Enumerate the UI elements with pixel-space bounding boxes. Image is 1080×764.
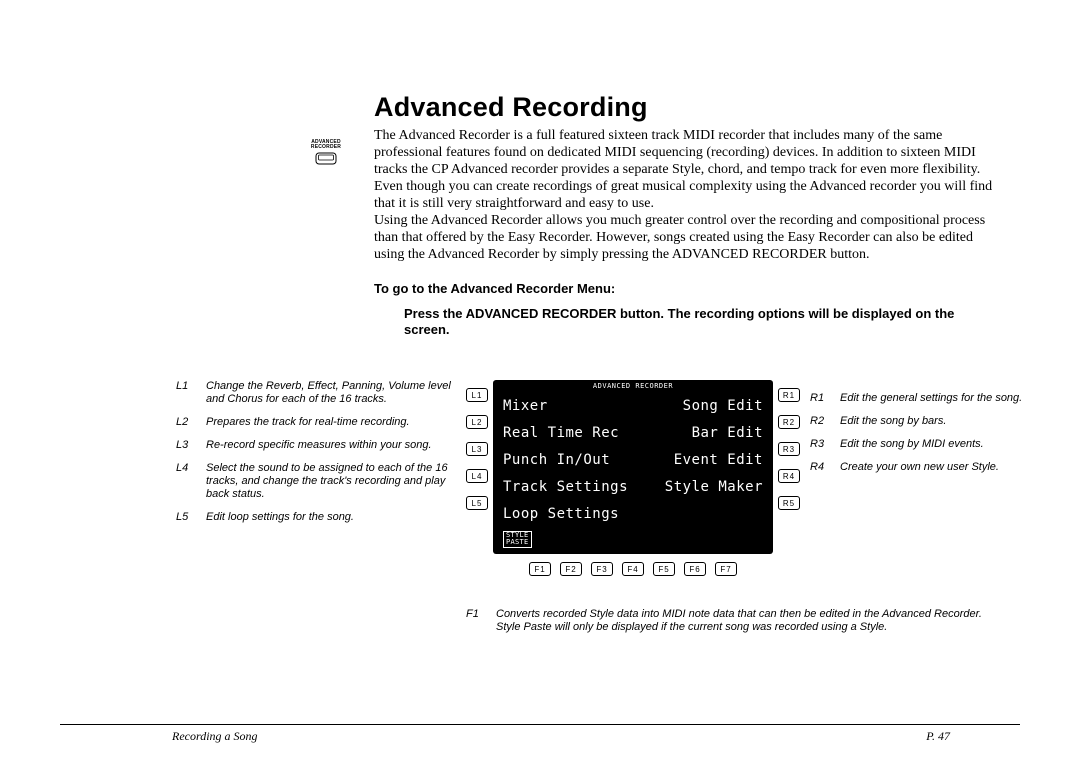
page-title: Advanced Recording [374,92,1020,123]
button-R3[interactable]: R3 [778,442,800,456]
desc-F1: F1 Converts recorded Style data into MID… [466,608,996,634]
desc-R2: R2Edit the song by bars. [810,415,1060,428]
lcd-row-2: Real Time RecBar Edit [503,419,763,446]
instruction: Press the ADVANCED RECORDER button. The … [404,306,994,338]
right-descriptions: R1Edit the general settings for the song… [810,392,1060,484]
button-L4[interactable]: L4 [466,469,488,483]
advanced-recorder-button-icon: ADVANCED RECORDER [306,140,346,165]
intro-text: The Advanced Recorder is a full featured… [374,127,994,263]
page-footer: Recording a Song P. 47 [60,724,1020,744]
button-R2[interactable]: R2 [778,415,800,429]
desc-L2: L2Prepares the track for real-time recor… [176,416,451,429]
footer-right: P. 47 [926,729,950,744]
icon-label: RECORDER [306,145,346,150]
button-R5[interactable]: R5 [778,496,800,510]
button-F5[interactable]: F5 [653,562,675,576]
desc-R1: R1Edit the general settings for the song… [810,392,1060,405]
button-L5[interactable]: L5 [466,496,488,510]
footer-left: Recording a Song [172,729,258,744]
lcd-panel: L1 L2 L3 L4 L5 R1 R2 R3 R4 R5 ADVANCED R… [468,380,798,576]
button-F4[interactable]: F4 [622,562,644,576]
lcd-footer: STYLE PASTE [503,531,763,548]
intro-p2: Even though you can create recordings of… [374,178,994,212]
button-F6[interactable]: F6 [684,562,706,576]
lcd-screen: ADVANCED RECORDER MixerSong Edit Real Ti… [493,380,773,554]
button-L1[interactable]: L1 [466,388,488,402]
intro-p1: The Advanced Recorder is a full featured… [374,127,994,178]
intro-p3: Using the Advanced Recorder allows you m… [374,212,994,263]
lcd-row-3: Punch In/OutEvent Edit [503,446,763,473]
button-L3[interactable]: L3 [466,442,488,456]
button-F3[interactable]: F3 [591,562,613,576]
lcd-title: ADVANCED RECORDER [493,382,773,390]
subhead: To go to the Advanced Recorder Menu: [374,281,1020,296]
f-button-row: F1 F2 F3 F4 F5 F6 F7 [468,562,798,576]
left-descriptions: L1Change the Reverb, Effect, Panning, Vo… [176,380,451,534]
button-F7[interactable]: F7 [715,562,737,576]
desc-L1: L1Change the Reverb, Effect, Panning, Vo… [176,380,451,406]
lcd-row-5: Loop Settings [503,500,763,527]
left-button-col: L1 L2 L3 L4 L5 [466,388,488,510]
button-R4[interactable]: R4 [778,469,800,483]
right-button-col: R1 R2 R3 R4 R5 [778,388,800,510]
button-L2[interactable]: L2 [466,415,488,429]
desc-R4: R4Create your own new user Style. [810,461,1060,474]
desc-R3: R3Edit the song by MIDI events. [810,438,1060,451]
lcd-row-4: Track SettingsStyle Maker [503,473,763,500]
button-R1[interactable]: R1 [778,388,800,402]
desc-L5: L5Edit loop settings for the song. [176,511,451,524]
desc-L4: L4Select the sound to be assigned to eac… [176,462,451,501]
button-F1[interactable]: F1 [529,562,551,576]
desc-L3: L3Re-record specific measures within you… [176,439,451,452]
lcd-row-1: MixerSong Edit [503,392,763,419]
button-F2[interactable]: F2 [560,562,582,576]
